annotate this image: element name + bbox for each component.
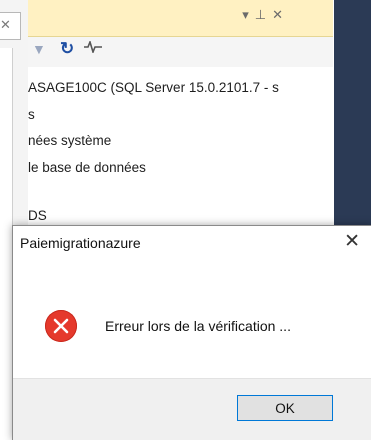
dropdown-arrow-icon[interactable]: ▾ [242,7,255,22]
error-message: Erreur lors de la vérification ... [105,318,291,334]
tree-item-server[interactable]: ASAGE100C (SQL Server 15.0.2101.7 - s [28,80,279,95]
pane-close-icon[interactable]: ✕ [272,7,289,22]
tree-item[interactable]: DS [28,208,47,223]
dialog-titlebar: Paiemigrationazure ✕ [13,226,371,260]
dialog-body: Erreur lors de la vérification ... [13,260,371,378]
pin-icon[interactable]: ⊥ [255,7,272,22]
close-icon[interactable]: ✕ [344,231,360,253]
error-icon [45,310,77,342]
refresh-icon[interactable]: ↻ [60,39,74,59]
tree-item-database-snapshots[interactable]: le base de données [28,160,146,175]
pane-window-controls: ▾⊥✕ [242,7,289,23]
ok-button[interactable]: OK [237,395,333,421]
dialog-footer: OK [13,378,371,440]
tree-item[interactable]: s [28,107,35,122]
pane-toolbar: ▼ ↻ [28,37,333,67]
object-explorer-tree: ASAGE100C (SQL Server 15.0.2101.7 - s s … [28,68,333,238]
left-window-close-icon[interactable]: ✕ [0,12,12,38]
dialog-title: Paiemigrationazure [20,235,141,251]
error-dialog: Paiemigrationazure ✕ Erreur lors de la v… [12,225,371,440]
activity-monitor-icon[interactable] [84,39,102,56]
filter-icon[interactable]: ▼ [32,41,46,57]
pane-header: ▾⊥✕ [28,0,333,37]
tree-item-system-databases[interactable]: nées système [28,133,111,148]
